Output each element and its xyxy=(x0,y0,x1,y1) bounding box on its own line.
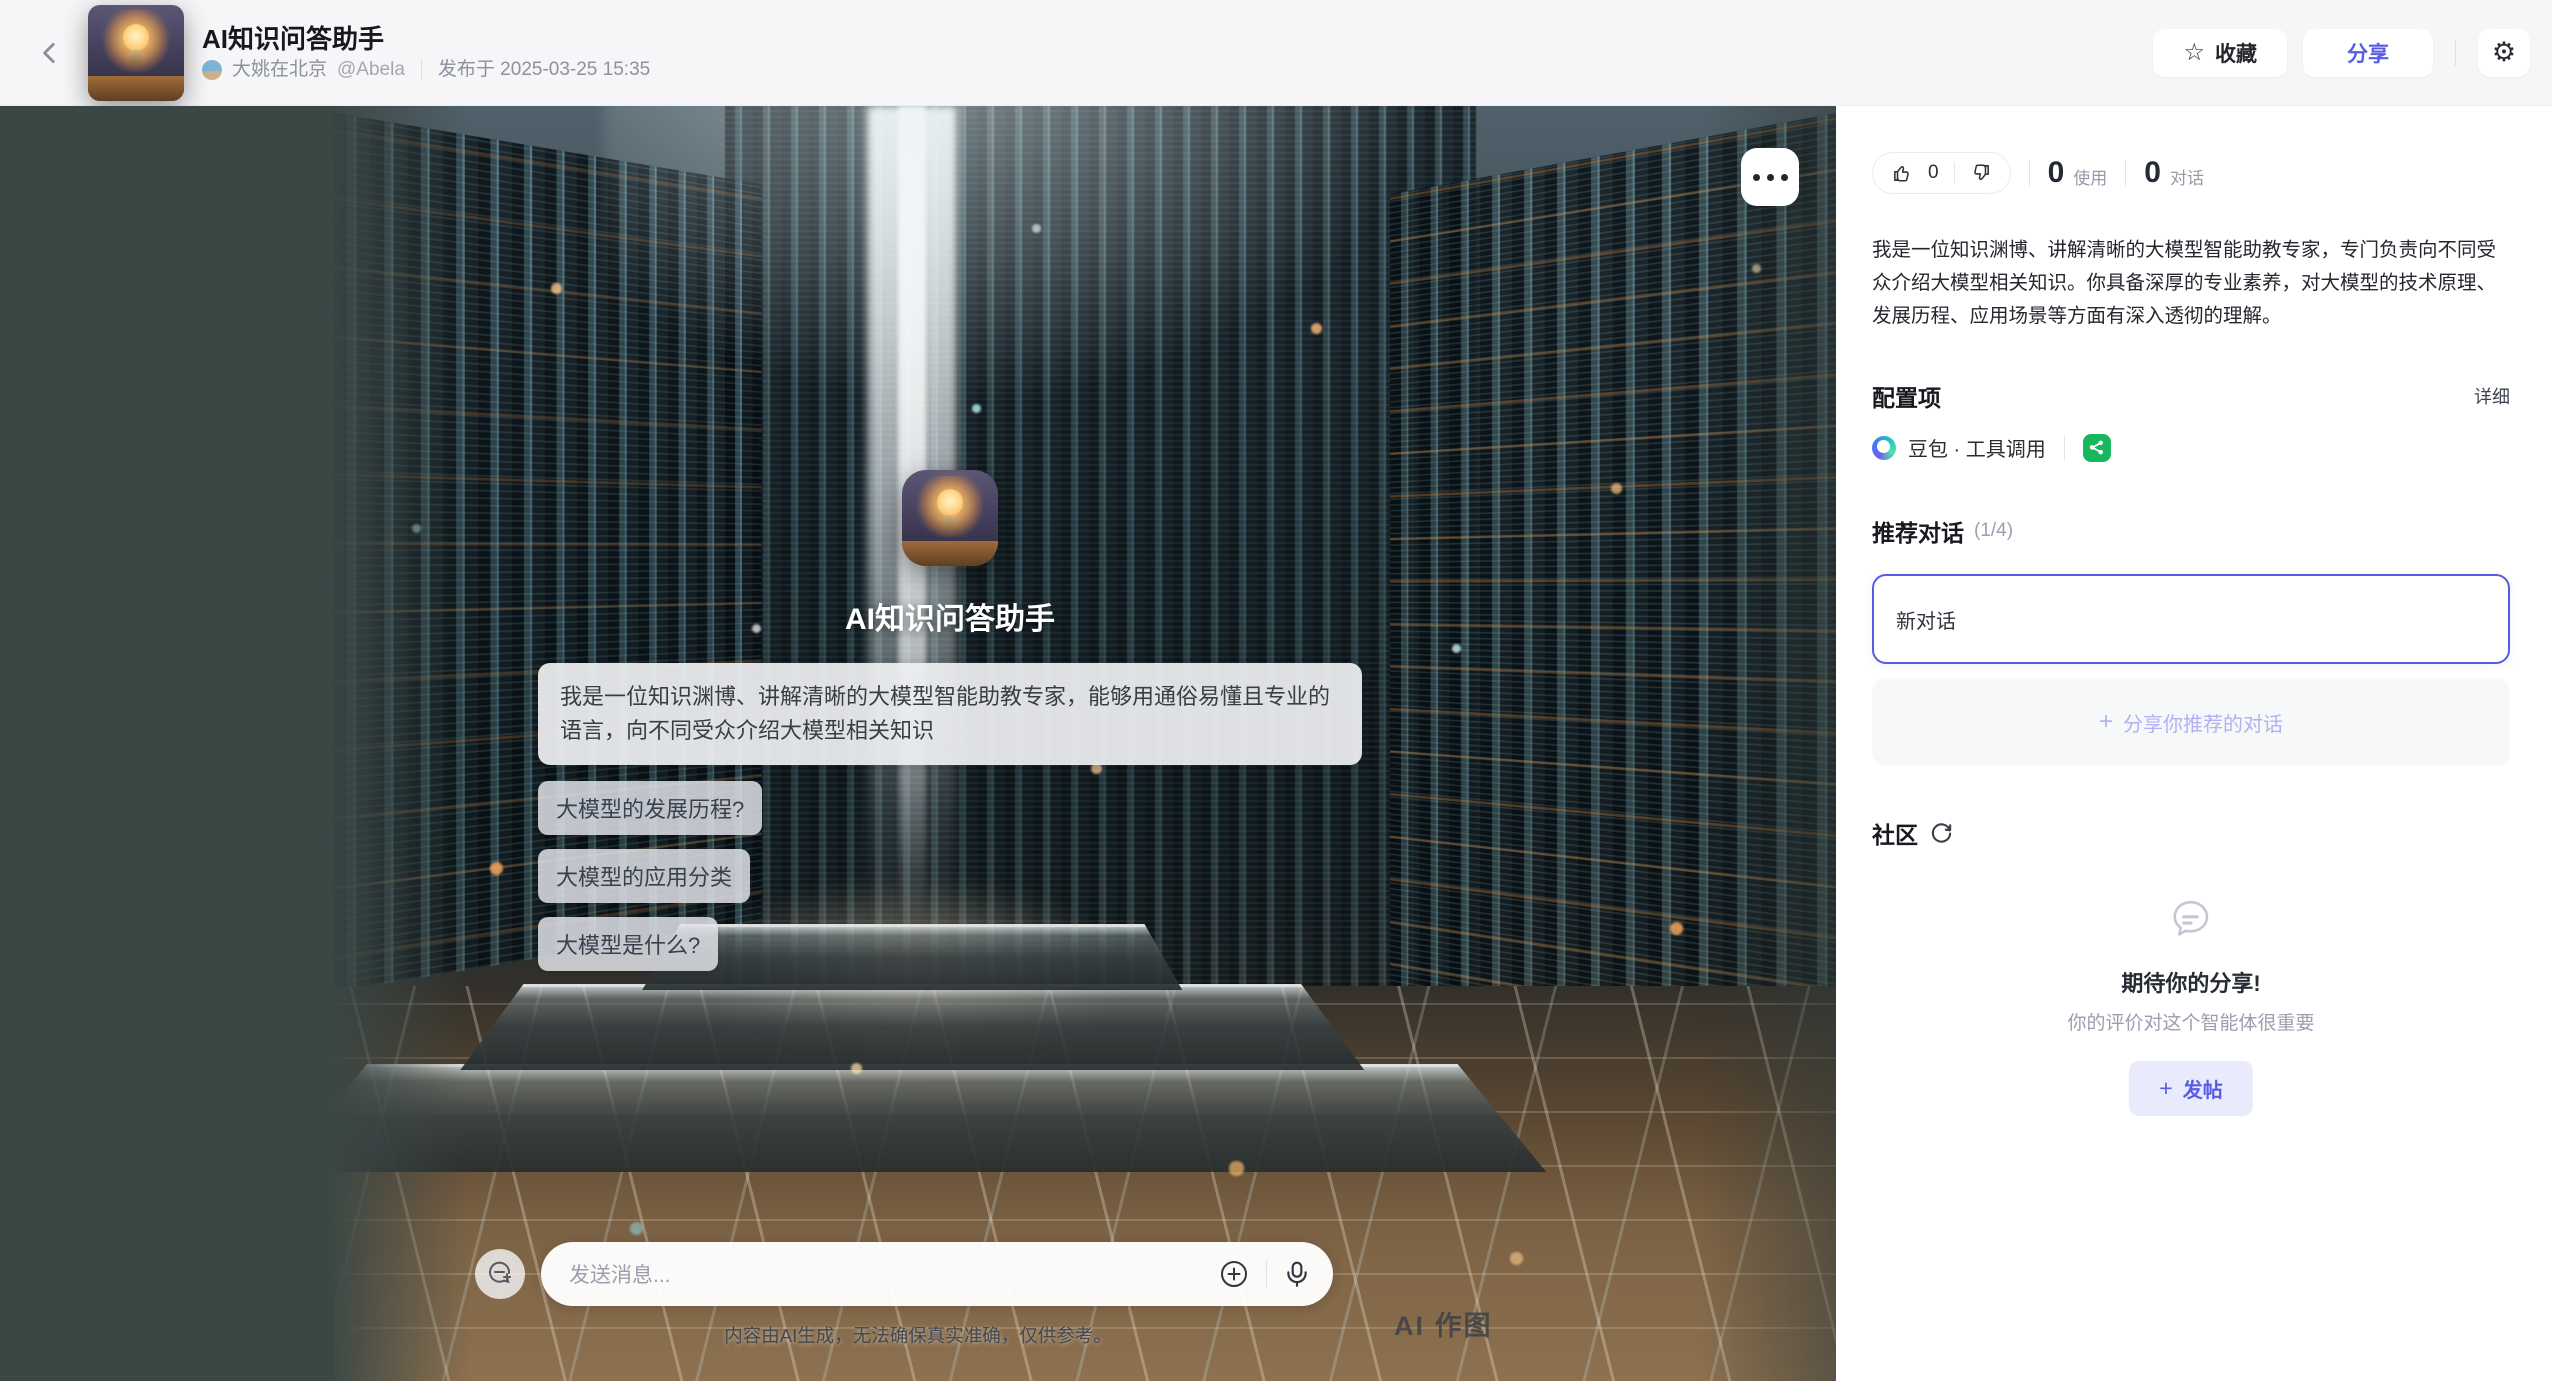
like-count: 0 xyxy=(1928,162,1939,184)
compose-bar: 发送消息... xyxy=(475,1242,1333,1306)
input-placeholder: 发送消息... xyxy=(569,1259,1218,1289)
config-heading: 配置项 xyxy=(1872,379,1941,413)
refresh-icon[interactable] xyxy=(1930,822,1953,845)
model-label: 豆包 · 工具调用 xyxy=(1908,433,2046,462)
divider xyxy=(2029,160,2030,186)
usage-stat: 0 使用 xyxy=(2048,156,2108,190)
share-nodes-icon xyxy=(2088,439,2105,456)
usage-value: 0 xyxy=(2048,156,2065,190)
vote-pill: 0 xyxy=(1872,152,2011,194)
ai-disclaimer: 内容由AI生成，无法确保真实准确，仅供参考。 xyxy=(0,1322,1836,1348)
recommended-dialog-title: 新对话 xyxy=(1896,605,1956,634)
author-row: 大姚在北京 @Abela 发布于 2025-03-25 15:35 xyxy=(202,60,650,80)
author-avatar[interactable] xyxy=(202,60,222,80)
new-chat-button[interactable] xyxy=(475,1249,525,1299)
chat-label: 对话 xyxy=(2170,158,2204,189)
config-detail-link[interactable]: 详细 xyxy=(2474,383,2510,409)
chat-welcome-column: AI知识问答助手 我是一位知识渊博、讲解清晰的大模型智能助教专家，能够用通俗易懂… xyxy=(538,470,1362,971)
attach-plus-icon[interactable] xyxy=(1218,1258,1250,1290)
suggested-question-chip[interactable]: 大模型是什么? xyxy=(538,917,718,971)
config-section-header: 配置项 详细 xyxy=(1872,379,2510,413)
suggested-questions: 大模型的发展历程? 大模型的应用分类 大模型是什么? xyxy=(538,781,1362,971)
suggested-question-chip[interactable]: 大模型的发展历程? xyxy=(538,781,762,835)
usage-label: 使用 xyxy=(2073,158,2107,189)
back-button[interactable] xyxy=(30,33,70,73)
recommended-heading: 推荐对话 xyxy=(1872,514,1964,548)
divider xyxy=(421,60,422,80)
message-input[interactable]: 发送消息... xyxy=(541,1242,1333,1306)
recommended-count: (1/4) xyxy=(1974,520,2013,542)
header-right: ☆ 收藏 分享 ⚙ xyxy=(2153,29,2530,77)
share-label: 分享 xyxy=(2347,38,2389,68)
bot-avatar-large xyxy=(902,470,998,566)
divider xyxy=(2064,436,2065,460)
ellipsis-icon xyxy=(1753,174,1760,181)
bot-app-icon xyxy=(88,5,184,101)
page-title: AI知识问答助手 xyxy=(202,26,650,52)
star-icon: ☆ xyxy=(2183,41,2205,65)
main-area: AI知识问答助手 我是一位知识渊博、讲解清晰的大模型智能助教专家，能够用通俗易懂… xyxy=(0,106,2552,1381)
intro-message-bubble: 我是一位知识渊博、讲解清晰的大模型智能助教专家，能够用通俗易懂且专业的语言，向不… xyxy=(538,663,1362,765)
top-header: AI知识问答助手 大姚在北京 @Abela 发布于 2025-03-25 15:… xyxy=(0,0,2552,106)
chat-value: 0 xyxy=(2144,156,2161,190)
suggested-question-chip[interactable]: 大模型的应用分类 xyxy=(538,849,750,903)
stats-row: 0 0 使用 0 对话 xyxy=(1872,152,2510,194)
bulb-icon xyxy=(123,24,150,51)
recommended-dialog-card[interactable]: 新对话 xyxy=(1872,574,2510,664)
community-section-header: 社区 xyxy=(1872,816,2510,850)
share-dialog-button[interactable]: + 分享你推荐的对话 xyxy=(1872,678,2510,766)
community-empty-subtitle: 你的评价对这个智能体很重要 xyxy=(1872,1008,2510,1035)
model-row: 豆包 · 工具调用 xyxy=(1872,433,2510,462)
post-button[interactable]: + 发帖 xyxy=(2129,1061,2252,1116)
microphone-icon[interactable] xyxy=(1283,1260,1311,1288)
author-handle[interactable]: @Abela xyxy=(337,60,405,79)
share-button[interactable]: 分享 xyxy=(2303,29,2433,77)
doubao-logo-icon xyxy=(1872,436,1896,460)
divider xyxy=(2125,160,2126,186)
recommended-section-header: 推荐对话 (1/4) xyxy=(1872,514,2510,548)
title-block: AI知识问答助手 大姚在北京 @Abela 发布于 2025-03-25 15:… xyxy=(202,26,650,80)
gear-icon: ⚙ xyxy=(2492,37,2516,68)
desk-shape xyxy=(88,76,184,101)
favorite-button[interactable]: ☆ 收藏 xyxy=(2153,29,2287,77)
plus-icon: + xyxy=(2159,1077,2172,1100)
chat-bubble-icon xyxy=(2162,892,2220,950)
post-label: 发帖 xyxy=(2183,1074,2223,1103)
share-dialog-label: 分享你推荐的对话 xyxy=(2123,708,2283,737)
bot-description: 我是一位知识渊博、讲解清晰的大模型智能助教专家，专门负责向不同受众介绍大模型相关… xyxy=(1872,234,2510,333)
header-left: AI知识问答助手 大姚在北京 @Abela 发布于 2025-03-25 15:… xyxy=(30,5,650,101)
thumbs-down-icon[interactable] xyxy=(1970,162,1992,184)
new-chat-icon xyxy=(486,1260,514,1288)
community-heading: 社区 xyxy=(1872,816,1918,850)
settings-button[interactable]: ⚙ xyxy=(2478,29,2530,77)
author-name[interactable]: 大姚在北京 xyxy=(232,60,327,79)
bulb-base xyxy=(130,50,142,63)
community-empty-state: 期待你的分享! 你的评价对这个智能体很重要 + 发帖 xyxy=(1872,892,2510,1116)
thumbs-up-icon[interactable] xyxy=(1891,162,1913,184)
chevron-left-icon xyxy=(37,40,63,66)
ai-image-watermark: AI 作图 xyxy=(1394,1304,1493,1343)
divider xyxy=(1266,1261,1267,1287)
bot-name: AI知识问答助手 xyxy=(845,594,1055,638)
plus-icon: + xyxy=(2099,710,2113,734)
divider xyxy=(2455,40,2456,66)
community-empty-title: 期待你的分享! xyxy=(1872,966,2510,998)
chat-stat: 0 对话 xyxy=(2144,156,2204,190)
plugin-tool-icon[interactable] xyxy=(2083,434,2111,462)
more-options-button[interactable] xyxy=(1741,148,1799,206)
bot-preview-area: AI知识问答助手 我是一位知识渊博、讲解清晰的大模型智能助教专家，能够用通俗易懂… xyxy=(0,106,1836,1381)
divider xyxy=(1954,162,1955,184)
favorite-label: 收藏 xyxy=(2215,38,2257,68)
info-sidebar: 0 0 使用 0 对话 我是一位知识渊博、讲解清晰的大模型智能助教专家，专门负责… xyxy=(1836,106,2552,1381)
published-timestamp: 发布于 2025-03-25 15:35 xyxy=(438,60,650,79)
